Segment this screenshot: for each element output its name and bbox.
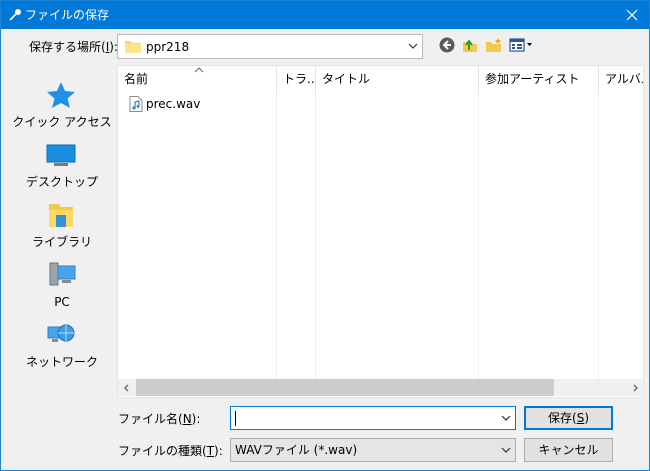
column-header-bar: 名前 トラ... タイトル 参加アーティスト アルバム bbox=[118, 66, 643, 92]
place-desktop[interactable]: デスクトップ bbox=[8, 133, 116, 191]
column-guide bbox=[315, 92, 316, 382]
microphone-app-icon bbox=[9, 9, 21, 21]
scroll-left-button[interactable] bbox=[118, 379, 135, 396]
column-header-album[interactable]: アルバム bbox=[599, 66, 643, 92]
close-button[interactable] bbox=[615, 1, 649, 29]
new-folder-icon bbox=[486, 38, 501, 52]
network-icon bbox=[47, 324, 75, 342]
back-button[interactable] bbox=[437, 35, 457, 55]
cancel-button[interactable]: キャンセル bbox=[524, 438, 613, 462]
up-folder-icon bbox=[463, 39, 477, 52]
quick-access-star-icon bbox=[47, 82, 75, 108]
save-button[interactable]: 保存(S) bbox=[524, 406, 613, 430]
place-label: PC bbox=[54, 295, 70, 309]
place-label: ライブラリ bbox=[31, 235, 92, 249]
back-icon bbox=[439, 37, 455, 53]
desktop-icon bbox=[46, 144, 76, 166]
chevron-down-icon[interactable] bbox=[501, 414, 511, 422]
view-menu-icon bbox=[509, 38, 532, 52]
place-network[interactable]: ネットワーク bbox=[8, 313, 116, 371]
place-quick-access[interactable]: クイック アクセス bbox=[8, 73, 116, 131]
column-guide bbox=[276, 92, 277, 382]
library-icon bbox=[49, 204, 73, 227]
file-row[interactable]: prec.wav bbox=[126, 94, 266, 114]
scrollbar-thumb[interactable] bbox=[136, 379, 554, 396]
view-menu-button[interactable] bbox=[508, 35, 534, 55]
save-location-label: 保存する場所(I): bbox=[29, 40, 118, 54]
places-bar: クイック アクセス デスクトップ ライブラリ PC ネットワーク bbox=[8, 65, 116, 401]
place-library[interactable]: ライブラリ bbox=[8, 193, 116, 251]
column-header-artist[interactable]: 参加アーティスト bbox=[479, 66, 598, 92]
file-name: prec.wav bbox=[146, 97, 201, 111]
new-folder-button[interactable] bbox=[484, 35, 504, 55]
close-icon bbox=[626, 9, 638, 21]
column-guide bbox=[598, 92, 599, 382]
pc-icon bbox=[49, 262, 76, 286]
place-label: ネットワーク bbox=[25, 355, 98, 369]
chevron-down-icon bbox=[408, 43, 418, 49]
audio-file-icon bbox=[129, 96, 143, 112]
chevron-left-icon bbox=[123, 384, 128, 391]
file-type-label: ファイルの種類(T): bbox=[118, 444, 223, 458]
place-label: デスクトップ bbox=[25, 175, 98, 189]
title-bar[interactable]: ファイルの保存 bbox=[1, 1, 649, 29]
save-file-dialog: ファイルの保存 保存する場所(I): ppr218 クイック アクセス デスクト… bbox=[0, 0, 650, 471]
column-header-track[interactable]: トラ... bbox=[277, 66, 315, 92]
file-type-value: WAVファイル (*.wav) bbox=[235, 443, 358, 457]
file-type-dropdown[interactable]: WAVファイル (*.wav) bbox=[230, 438, 516, 462]
scroll-right-button[interactable] bbox=[626, 379, 643, 396]
chevron-right-icon bbox=[633, 384, 638, 391]
horizontal-scrollbar[interactable] bbox=[118, 379, 643, 396]
place-pc[interactable]: PC bbox=[8, 253, 116, 311]
save-location-value: ppr218 bbox=[146, 40, 190, 54]
window-title: ファイルの保存 bbox=[25, 8, 110, 22]
up-folder-button[interactable] bbox=[460, 35, 480, 55]
text-caret bbox=[235, 411, 236, 426]
column-header-title[interactable]: タイトル bbox=[316, 66, 478, 92]
file-name-input[interactable] bbox=[230, 406, 516, 430]
folder-icon bbox=[125, 41, 141, 53]
column-guide bbox=[478, 92, 479, 382]
column-header-name[interactable]: 名前 bbox=[118, 66, 276, 92]
chevron-down-icon bbox=[501, 447, 511, 453]
save-location-dropdown[interactable]: ppr218 bbox=[117, 34, 423, 59]
file-name-label: ファイル名(N): bbox=[118, 412, 201, 426]
place-label: クイック アクセス bbox=[12, 115, 112, 129]
file-list[interactable]: 名前 トラ... タイトル 参加アーティスト アルバム prec.wav bbox=[117, 65, 644, 398]
